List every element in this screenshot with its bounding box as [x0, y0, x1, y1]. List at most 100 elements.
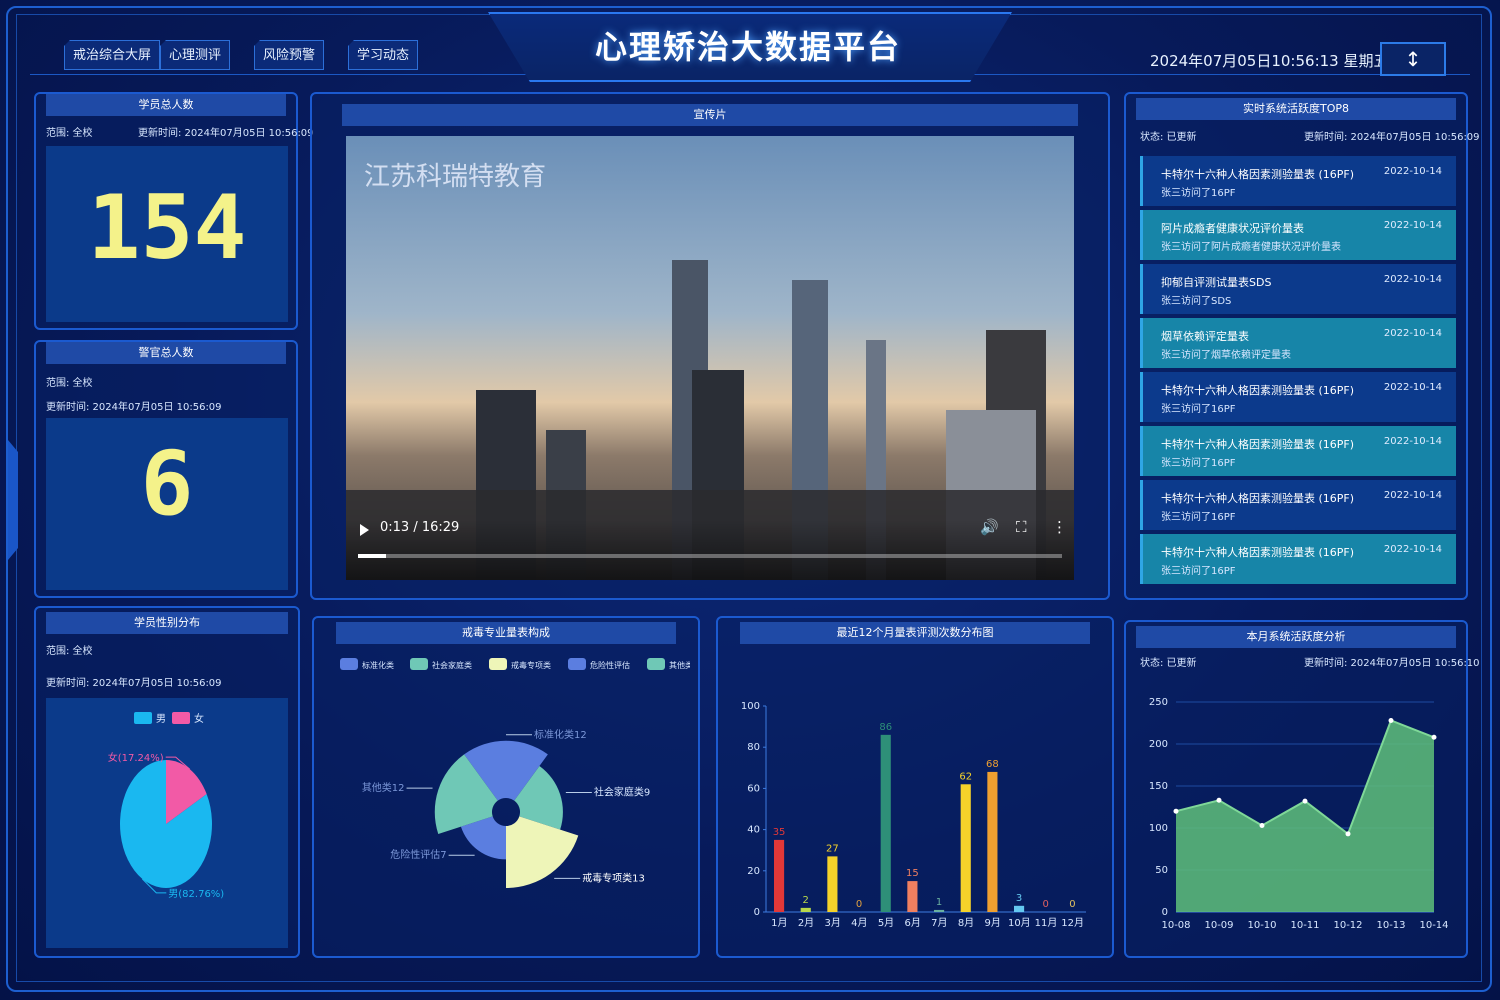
- data-point: [1345, 831, 1351, 837]
- volume-icon[interactable]: 🔊: [980, 518, 999, 536]
- legend-label: 危险性评估: [590, 660, 630, 670]
- video-progress-fill: [358, 554, 387, 558]
- x-tick-label: 10-12: [1333, 920, 1362, 931]
- activity-date: 2022-10-14: [1383, 544, 1442, 555]
- activity-subtitle: 张三访问了16PF: [1161, 188, 1236, 199]
- fullscreen-icon: ↕: [1404, 47, 1422, 71]
- more-icon[interactable]: ⋮: [1052, 518, 1067, 536]
- activity-date: 2022-10-14: [1383, 274, 1442, 285]
- scope-label: 范围: 全校: [46, 378, 93, 389]
- slice-label: 戒毒专项类13: [582, 871, 645, 884]
- y-tick-label: 0: [1162, 907, 1168, 918]
- bar-value-label: 1: [936, 897, 942, 908]
- data-point: [1388, 717, 1394, 723]
- panel-title: 学员性别分布: [46, 612, 288, 634]
- left-edge-tab: [8, 440, 18, 560]
- activity-subtitle: 张三访问了16PF: [1161, 512, 1236, 523]
- activity-title: 阿片成瘾者健康状况评价量表: [1161, 222, 1304, 235]
- status-label: 状态: 已更新: [1140, 658, 1197, 669]
- activity-item[interactable]: 烟草依赖评定量表张三访问了烟草依赖评定量表 2022-10-14: [1140, 318, 1456, 368]
- panel-title: 学员总人数: [46, 94, 286, 116]
- updated-label: 更新时间: 2024年07月05日 10:56:09: [1304, 132, 1480, 143]
- x-tick-label: 9月: [984, 917, 1000, 929]
- activity-date: 2022-10-14: [1383, 490, 1442, 501]
- x-tick-label: 10-08: [1161, 920, 1190, 931]
- video-progress[interactable]: [358, 554, 1062, 558]
- updated-label: 更新时间: 2024年07月05日 10:56:09: [46, 678, 222, 689]
- activity-subtitle: 张三访问了烟草依赖评定量表: [1161, 350, 1291, 361]
- activity-title: 卡特尔十六种人格因素测验量表 (16PF): [1161, 438, 1355, 451]
- legend-label: 其他类: [669, 660, 690, 670]
- promo-video[interactable]: 江苏科瑞特教育 0:13 / 16:29 🔊 ⛶ ⋮: [346, 136, 1074, 580]
- x-tick-label: 11月: [1035, 917, 1058, 929]
- activity-title: 卡特尔十六种人格因素测验量表 (16PF): [1161, 384, 1355, 397]
- slice-label: 危险性评估7: [390, 848, 446, 861]
- activity-item[interactable]: 卡特尔十六种人格因素测验量表 (16PF) 张三访问了16PF 2022-10-14: [1140, 534, 1456, 584]
- legend-swatch: [647, 658, 665, 670]
- scope-label: 范围: 全校: [46, 646, 93, 657]
- nav-dashboard[interactable]: 戒治综合大屏: [64, 40, 161, 70]
- status-label: 状态: 已更新: [1140, 132, 1197, 143]
- panel-title: 宣传片: [342, 104, 1078, 126]
- bar-value-label: 0: [1069, 899, 1075, 910]
- activity-item[interactable]: 卡特尔十六种人格因素测验量表 (16PF) 张三访问了16PF 2022-10-14: [1140, 480, 1456, 530]
- play-icon[interactable]: [360, 524, 369, 536]
- bar-value-label: 0: [856, 899, 862, 910]
- slice-label: 女(17.24%): [108, 751, 164, 764]
- x-tick-label: 5月: [878, 917, 894, 929]
- fullscreen-video-icon[interactable]: ⛶: [1016, 518, 1027, 536]
- legend-label: 社会家庭类: [432, 660, 472, 670]
- data-point: [1259, 822, 1265, 828]
- panel-title: 戒毒专业量表构成: [336, 622, 676, 644]
- bar-value-label: 68: [986, 759, 999, 770]
- activity-title: 卡特尔十六种人格因素测验量表 (16PF): [1161, 168, 1355, 181]
- activity-item[interactable]: 抑郁自评测试量表SDS 张三访问了SDS 2022-10-14: [1140, 264, 1456, 314]
- legend-swatch: [568, 658, 586, 670]
- x-tick-label: 10月: [1008, 917, 1031, 929]
- officer-count: 6: [140, 432, 194, 535]
- slice-label: 其他类12: [362, 781, 405, 794]
- nav-risk-warning[interactable]: 风险预警: [254, 40, 325, 70]
- activity-date: 2022-10-14: [1383, 166, 1442, 177]
- monthly-activity-area-chart: 0 50 100 150 200 250 10-08 10-09 10-10 10-11 10-12…: [1149, 697, 1449, 931]
- scales-rose-chart: 标准化类 社会家庭类 戒毒专项类 危险性评估 其他类标准化类12 社会家庭类9 戒毒专项类1…: [340, 658, 690, 888]
- activity-subtitle: 张三访问了16PF: [1161, 458, 1236, 469]
- nav-learning[interactable]: 学习动态: [348, 40, 419, 70]
- bar-value-label: 2: [803, 895, 809, 906]
- bar: [774, 839, 785, 912]
- y-tick-label: 100: [741, 701, 760, 712]
- x-tick-label: 10-10: [1247, 920, 1276, 931]
- x-tick-label: 2月: [798, 917, 814, 929]
- x-tick-label: 3月: [824, 917, 840, 929]
- bar: [934, 909, 945, 912]
- activity-item[interactable]: 卡特尔十六种人格因素测验量表 (16PF) 张三访问了16PF 2022-10-14: [1140, 372, 1456, 422]
- updated-label: 更新时间: 2024年07月05日 10:56:09: [46, 402, 222, 413]
- fullscreen-button[interactable]: ↕: [1380, 42, 1446, 76]
- bar: [800, 907, 811, 912]
- y-tick-label: 150: [1149, 781, 1168, 792]
- x-tick-label: 10-09: [1204, 920, 1233, 931]
- data-point: [1216, 797, 1222, 803]
- legend-swatch: [340, 658, 358, 670]
- activity-date: 2022-10-14: [1383, 328, 1442, 339]
- nav-assessment[interactable]: 心理测评: [160, 40, 231, 70]
- x-tick-label: 8月: [958, 917, 974, 929]
- x-tick-label: 4月: [851, 917, 867, 929]
- x-tick-label: 10-11: [1290, 920, 1319, 931]
- legend-label: 女: [194, 712, 204, 725]
- x-tick-label: 12月: [1061, 917, 1084, 929]
- data-point: [1302, 798, 1308, 804]
- gender-pie-chart: 男 女男(82.76%) 女(17.24%): [108, 712, 224, 900]
- activity-item[interactable]: 卡特尔十六种人格因素测验量表 (16PF) 张三访问了16PF 2022-10-14: [1140, 156, 1456, 206]
- bar: [1014, 905, 1025, 912]
- y-tick-label: 0: [754, 907, 760, 918]
- panel-title: 最近12个月量表评测次数分布图: [740, 622, 1090, 644]
- officers-panel: 警官总人数 范围: 全校 更新时间: 2024年07月05日 10:56:09 …: [34, 340, 298, 598]
- activity-item[interactable]: 卡特尔十六种人格因素测验量表 (16PF) 张三访问了16PF 2022-10-14: [1140, 426, 1456, 476]
- activity-title: 烟草依赖评定量表: [1161, 330, 1249, 343]
- slice-label: 男(82.76%): [168, 888, 224, 900]
- activity-item[interactable]: 阿片成瘾者健康状况评价量表 张三访问了阿片成瘾者健康状况评价量表 2022-10-1…: [1140, 210, 1456, 260]
- student-count: 154: [87, 176, 247, 279]
- x-tick-label: 10-14: [1419, 920, 1448, 931]
- video-watermark: 江苏科瑞特教育: [364, 162, 547, 192]
